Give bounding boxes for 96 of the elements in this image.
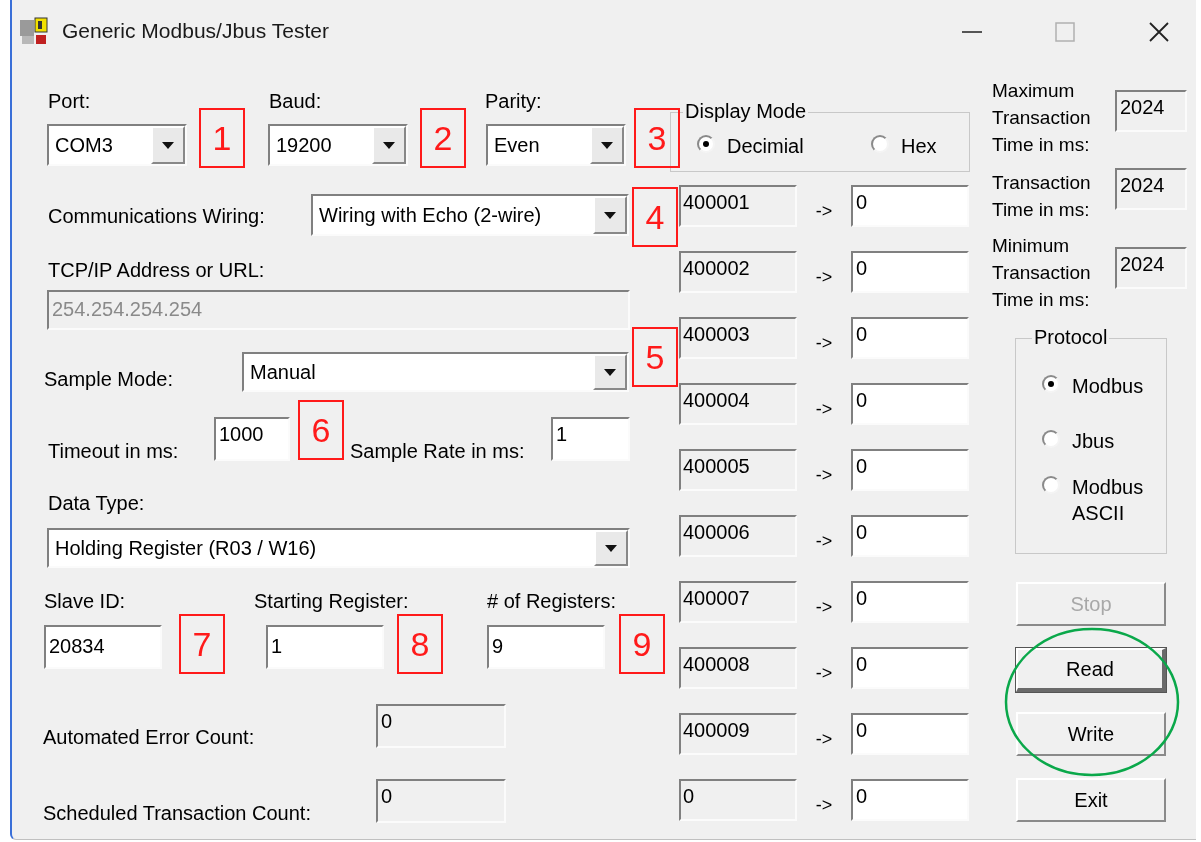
data-type-label: Data Type: [48, 492, 145, 514]
sample-rate-field[interactable]: 1 [551, 417, 630, 461]
register-address-field: 400009 [679, 713, 797, 755]
transaction-count-field: 0 [376, 779, 506, 823]
window-title: Generic Modbus/Jbus Tester [62, 18, 329, 45]
arrow-text: -> [814, 727, 834, 751]
sample-mode-dropdown[interactable]: Manual [242, 352, 629, 392]
sample-mode-label: Sample Mode: [44, 368, 173, 390]
register-address-field: 400001 [679, 185, 797, 227]
tcp-ip-label: TCP/IP Address or URL: [48, 259, 265, 281]
callout-number: 5 [632, 327, 678, 387]
caret-icon [162, 141, 174, 149]
timing-label: Transaction Time in ms: [992, 171, 1092, 222]
caret-icon [601, 141, 613, 149]
callout-number: 9 [619, 614, 665, 674]
baud-dropdown[interactable]: 19200 [268, 124, 408, 166]
callout-number: 3 [634, 108, 680, 168]
callout-number: 4 [632, 187, 678, 247]
register-value-field[interactable]: 0 [851, 317, 969, 359]
tcp-ip-field: 254.254.254.254 [47, 290, 630, 330]
button[interactable]: Write [1016, 712, 1166, 756]
caret-icon [605, 544, 617, 552]
caret-icon [604, 368, 616, 376]
caret-icon [383, 141, 395, 149]
baud-label: Baud: [269, 90, 322, 112]
wiring-label: Communications Wiring: [48, 205, 265, 227]
arrow-text: -> [814, 529, 834, 553]
app-icon [20, 16, 50, 46]
timeout-field[interactable]: 1000 [214, 417, 290, 461]
callout-number: 1 [199, 108, 245, 168]
callout-number: 8 [397, 614, 443, 674]
timeout-label: Timeout in ms: [48, 440, 179, 462]
register-address-field: 400007 [679, 581, 797, 623]
radio-button[interactable] [1042, 476, 1060, 494]
radio-label[interactable]: Hex [901, 133, 937, 159]
register-address-field: 400008 [679, 647, 797, 689]
timing-field: 2024 [1115, 247, 1187, 289]
register-address-field: 0 [679, 779, 797, 821]
slave-id-label: Slave ID: [44, 590, 126, 612]
close-icon[interactable] [1149, 22, 1169, 42]
arrow-text: -> [814, 793, 834, 817]
register-value-field[interactable]: 0 [851, 647, 969, 689]
radio-label[interactable]: Decimial [727, 133, 804, 159]
arrow-text: -> [814, 463, 834, 487]
callout-number: 2 [420, 108, 466, 168]
register-count-field[interactable]: 9 [487, 625, 605, 669]
port-dropdown[interactable]: COM3 [47, 124, 187, 166]
button[interactable]: Read [1016, 648, 1166, 692]
error-count-field: 0 [376, 704, 506, 748]
group-title: Display Mode [683, 100, 809, 122]
timing-field: 2024 [1115, 90, 1187, 132]
callout-number: 6 [298, 400, 344, 460]
arrow-text: -> [814, 331, 834, 355]
register-address-field: 400005 [679, 449, 797, 491]
parity-label: Parity: [485, 90, 542, 112]
register-value-field[interactable]: 0 [851, 713, 969, 755]
caret-icon [604, 211, 616, 219]
register-count-label: # of Registers: [487, 590, 616, 612]
callout-number: 7 [179, 614, 225, 674]
slave-id-field[interactable]: 20834 [44, 625, 162, 669]
starting-register-label: Starting Register: [254, 590, 409, 612]
sample-rate-label: Sample Rate in ms: [350, 440, 525, 462]
starting-register-field[interactable]: 1 [266, 625, 384, 669]
register-value-field[interactable]: 0 [851, 251, 969, 293]
arrow-text: -> [814, 397, 834, 421]
register-value-field[interactable]: 0 [851, 581, 969, 623]
timing-label: Maximum Transaction Time in ms: [992, 79, 1092, 157]
register-address-field: 400003 [679, 317, 797, 359]
register-value-field[interactable]: 0 [851, 779, 969, 821]
arrow-text: -> [814, 199, 834, 223]
radio-button[interactable] [1042, 430, 1060, 448]
timing-field: 2024 [1115, 168, 1187, 210]
radio-button[interactable] [697, 135, 715, 153]
error-count-label: Automated Error Count: [43, 726, 255, 748]
arrow-text: -> [814, 595, 834, 619]
arrow-text: -> [814, 661, 834, 685]
register-address-field: 400006 [679, 515, 797, 557]
data-type-dropdown[interactable]: Holding Register (R03 / W16) [47, 528, 630, 568]
radio-button[interactable] [1042, 375, 1060, 393]
register-value-field[interactable]: 0 [851, 515, 969, 557]
transaction-count-label: Scheduled Transaction Count: [43, 802, 311, 824]
register-address-field: 400002 [679, 251, 797, 293]
button[interactable]: Exit [1016, 778, 1166, 822]
radio-label[interactable]: Modbus ASCII [1072, 474, 1162, 526]
register-address-field: 400004 [679, 383, 797, 425]
radio-label[interactable]: Modbus [1072, 373, 1162, 399]
timing-label: Minimum Transaction Time in ms: [992, 234, 1092, 312]
radio-button[interactable] [871, 135, 889, 153]
register-value-field[interactable]: 0 [851, 383, 969, 425]
register-value-field[interactable]: 0 [851, 449, 969, 491]
register-value-field[interactable]: 0 [851, 185, 969, 227]
arrow-text: -> [814, 265, 834, 289]
wiring-dropdown[interactable]: Wiring with Echo (2-wire) [311, 194, 629, 236]
port-label: Port: [48, 90, 91, 112]
parity-dropdown[interactable]: Even [486, 124, 626, 166]
radio-label[interactable]: Jbus [1072, 428, 1162, 454]
